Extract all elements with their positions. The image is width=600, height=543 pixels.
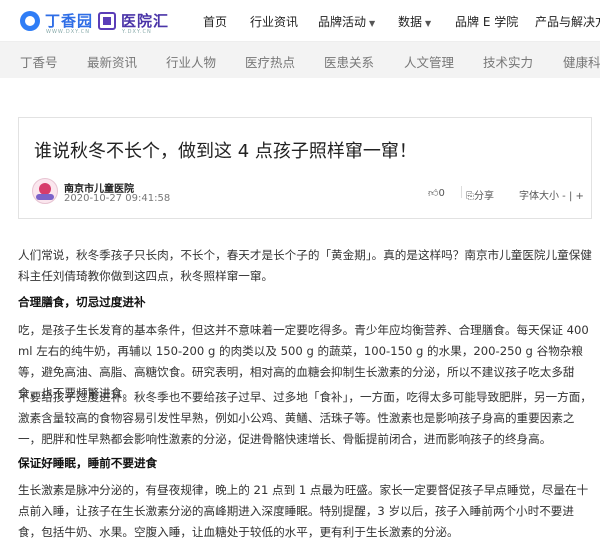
paragraph-sleep: 生长激素是脉冲分泌的，有昼夜规律，晚上的 21 点到 1 点最为旺盛。家长一定要… xyxy=(18,483,589,539)
nav-news[interactable]: 行业资讯 xyxy=(250,13,298,30)
tab-hot[interactable]: 医疗热点 xyxy=(245,52,295,71)
dxy-logo-text: 丁香园 xyxy=(45,12,94,30)
share-label: 分享 xyxy=(474,191,494,202)
font-size-decrease[interactable]: 字体大小 - xyxy=(519,191,566,202)
tab-management[interactable]: 人文管理 xyxy=(404,52,454,71)
share-icon: ⎘ xyxy=(466,191,474,202)
author-avatar[interactable] xyxy=(32,178,58,204)
nav-home[interactable]: 首页 xyxy=(203,13,227,30)
font-size-control: 字体大小 - | + xyxy=(519,187,584,202)
nav-data-label: 数据 xyxy=(398,15,423,29)
paragraph-supplement: 不要给孩子过度进补。秋冬季也不要给孩子过早、过多地「食补」，一方面，吃得太多可能… xyxy=(18,390,592,446)
tab-dxy-hao[interactable]: 丁香号 xyxy=(20,52,58,71)
nav-events-label: 品牌活动 xyxy=(318,15,367,29)
section-heading-diet: 合理膳食，切忌过度进补 xyxy=(18,295,146,309)
divider xyxy=(461,186,462,198)
tab-latest[interactable]: 最新资讯 xyxy=(87,52,137,71)
article-title: 谁说秋冬不长个，做到这 4 点孩子照样窜一窜！ xyxy=(34,141,417,162)
chevron-down-icon: ▼ xyxy=(369,19,376,28)
hospital-hub-logo-text: 医院汇 xyxy=(121,12,170,30)
chevron-down-icon: ▼ xyxy=(425,19,432,28)
thumbs-up-icon: 👍︎ xyxy=(428,188,439,199)
like-button[interactable]: 👍︎0 xyxy=(428,187,445,199)
hospital-hub-logo[interactable]: 医院汇 Y.DXY.CN xyxy=(98,10,170,35)
tab-health[interactable]: 健康科 xyxy=(563,52,600,71)
top-navbar: 丁香园 WWW.DXY.CN 医院汇 Y.DXY.CN 首页 行业资讯 品牌活动… xyxy=(0,0,600,42)
paragraph-intro: 人们常说，秋冬季孩子只长肉，不长个，春天才是长个子的「黄金期」。真的是这样吗？南… xyxy=(18,248,592,283)
nav-products[interactable]: 产品与解决方 xyxy=(535,13,600,30)
section-heading-sleep: 保证好睡眠，睡前不要进食 xyxy=(18,456,158,470)
nav-events[interactable]: 品牌活动 ▼ xyxy=(318,13,375,30)
font-size-increase[interactable]: + xyxy=(576,191,584,202)
like-count: 0 xyxy=(438,188,445,199)
hospital-hub-logo-icon xyxy=(98,11,116,30)
tab-technology[interactable]: 技术实力 xyxy=(483,52,533,71)
publish-date: 2020-10-27 09:41:58 xyxy=(64,193,171,204)
dxy-logo-sub: WWW.DXY.CN xyxy=(46,29,90,35)
tab-relations[interactable]: 医患关系 xyxy=(324,52,374,71)
nav-eschool[interactable]: 品牌 E 学院 xyxy=(455,13,518,30)
hospital-hub-logo-sub: Y.DXY.CN xyxy=(122,29,152,35)
share-button[interactable]: ⎘分享 xyxy=(466,187,494,202)
dxy-logo-icon xyxy=(20,10,40,31)
nav-data[interactable]: 数据 ▼ xyxy=(398,13,431,30)
category-tabs: 丁香号 最新资讯 行业人物 医疗热点 医患关系 人文管理 技术实力 健康科 xyxy=(0,42,600,78)
font-size-separator: | xyxy=(568,191,573,202)
dxy-logo[interactable]: 丁香园 WWW.DXY.CN xyxy=(20,10,94,35)
tab-people[interactable]: 行业人物 xyxy=(166,52,216,71)
